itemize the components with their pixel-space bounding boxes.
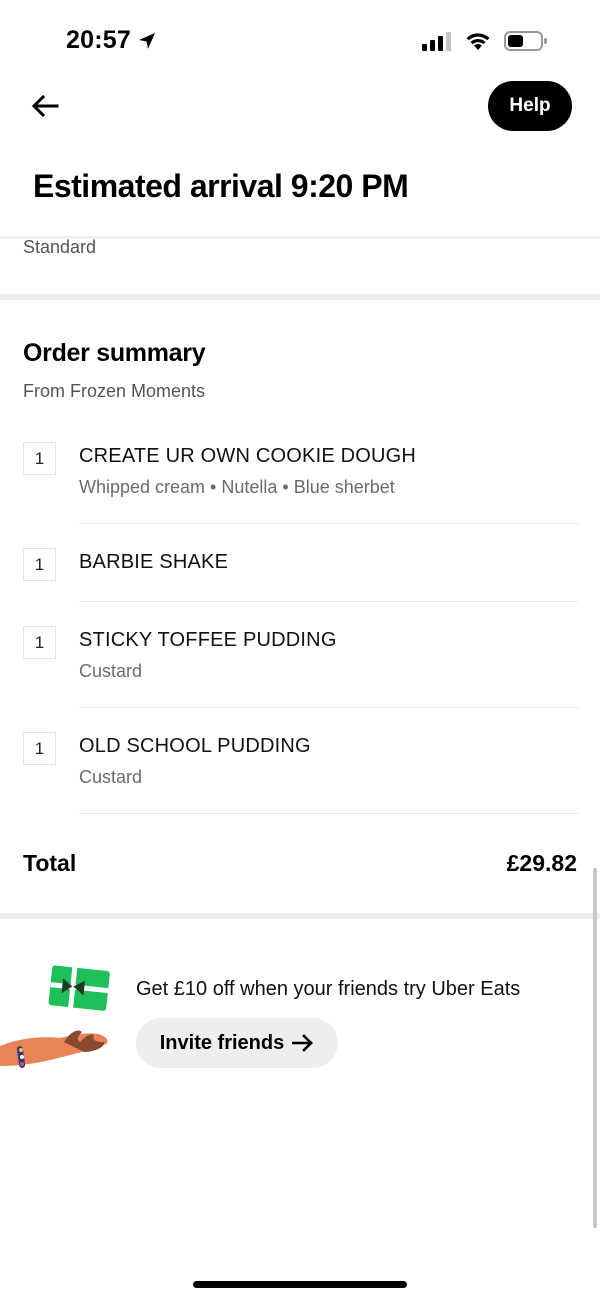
status-time-group: 20:57: [66, 26, 157, 55]
status-bar: 20:57: [0, 0, 600, 80]
arrow-right-icon: [292, 1034, 314, 1052]
item-divider: [79, 601, 578, 602]
item-divider: [79, 707, 578, 708]
gift-card-hand-illustration: [0, 965, 110, 1068]
item-name: BARBIE SHAKE: [79, 551, 229, 573]
item-name: STICKY TOFFEE PUDDING: [79, 629, 337, 651]
delivery-type: Standard: [23, 237, 97, 257]
restaurant-name: From Frozen Moments: [23, 381, 206, 401]
item-quantity: 1: [23, 732, 56, 765]
item-quantity: 1: [23, 548, 56, 581]
arrow-left-icon: [31, 94, 59, 118]
item-name: CREATE UR OWN COOKIE DOUGH: [79, 445, 417, 467]
referral-text: Get £10 off when your friends try Uber E…: [136, 978, 521, 1000]
item-divider: [79, 523, 578, 524]
battery-icon: [504, 31, 547, 51]
back-button[interactable]: [28, 88, 62, 124]
order-summary-title: Order summary: [23, 339, 206, 367]
item-options: Whipped cream • Nutella • Blue sherbet: [79, 477, 395, 497]
wifi-icon: [466, 33, 490, 50]
item-divider: [79, 813, 578, 814]
cellular-signal-icon: [422, 32, 451, 51]
status-icons: [422, 30, 548, 52]
item-quantity: 1: [23, 442, 56, 475]
invite-friends-button[interactable]: Invite friends: [136, 1018, 338, 1068]
item-quantity: 1: [23, 626, 56, 659]
invite-friends-label: Invite friends: [159, 1031, 285, 1054]
item-options: Custard: [79, 661, 143, 681]
scrollbar[interactable]: [593, 868, 597, 1228]
total-value: £29.82: [506, 850, 577, 876]
section-divider: [0, 294, 600, 300]
item-name: OLD SCHOOL PUDDING: [79, 735, 311, 757]
item-options: Custard: [79, 767, 143, 787]
section-divider: [0, 913, 600, 919]
status-time: 20:57: [66, 26, 131, 54]
page-title: Estimated arrival 9:20 PM: [33, 168, 409, 204]
home-indicator[interactable]: [193, 1281, 407, 1288]
location-arrow-icon: [138, 32, 155, 49]
help-button[interactable]: Help: [488, 81, 572, 131]
total-label: Total: [23, 850, 77, 876]
